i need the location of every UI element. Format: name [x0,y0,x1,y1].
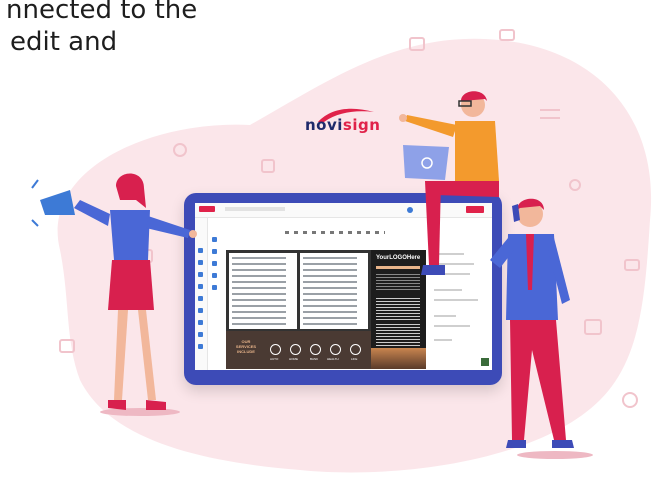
rate-row [232,323,286,325]
woman-with-megaphone [30,173,197,410]
tool-icon-1[interactable] [212,237,217,242]
brand-logo: novisign [305,116,380,134]
headline-crop: nnected to the edit and [0,0,221,118]
property-row [434,315,456,317]
property-row [434,325,470,327]
services-banner: OUR SERVICES INCLUDE AUTO HOME BANK HEAL… [226,331,371,369]
rate-row [303,317,357,319]
promo-text [376,324,420,346]
tool-icon-4[interactable] [212,273,217,278]
rate-row [232,317,286,319]
rate-row [303,323,357,325]
banner-item: HOME [289,357,298,361]
rate-row [303,263,357,265]
megaphone-icon [40,190,75,215]
rate-row [303,311,357,313]
headline-line-2: edit and [10,27,118,57]
bank-icon [310,344,321,355]
rate-row [232,311,286,313]
rate-row [232,281,286,283]
car-icon [270,344,281,355]
rate-row [303,293,357,295]
banner-item: AUTO [270,357,279,361]
rate-row [303,287,357,289]
headline-line-1: nnected to the [6,0,198,25]
brand-name-primary: novi [305,116,343,134]
banner-item: LIFE [351,357,358,361]
rate-row [232,293,286,295]
rate-row [303,257,357,259]
rate-row [232,257,286,259]
rate-row [303,299,357,301]
laptop-icon [403,145,449,180]
tool-icon-3[interactable] [212,261,217,266]
rate-row [303,305,357,307]
brand-name-accent: sign [342,116,381,134]
rate-row [232,287,286,289]
home-icon [290,344,301,355]
banner-item: HEALTH [327,357,339,361]
rate-row [232,275,286,277]
promo-image [371,348,426,369]
editor-tool-column [209,233,219,343]
rate-row [303,281,357,283]
property-row [434,339,452,341]
rate-panel-middle [300,253,368,329]
rate-row [232,263,286,265]
promo-text [376,298,420,320]
editor-breadcrumb [225,207,285,211]
health-icon [330,344,341,355]
heart-icon [350,344,361,355]
rate-panel-left [229,253,297,329]
banner-item: BANK [310,357,319,361]
rate-row [303,275,357,277]
editor-toolbar[interactable] [285,231,385,234]
property-row [434,289,462,291]
man-on-phone [490,198,574,448]
rate-row [303,269,357,271]
rate-row [232,305,286,307]
tool-icon-2[interactable] [212,249,217,254]
rate-row [232,269,286,271]
banner-title: OUR SERVICES INCLUDE [235,339,257,354]
tool-icon-5[interactable] [212,285,217,290]
rate-row [232,299,286,301]
